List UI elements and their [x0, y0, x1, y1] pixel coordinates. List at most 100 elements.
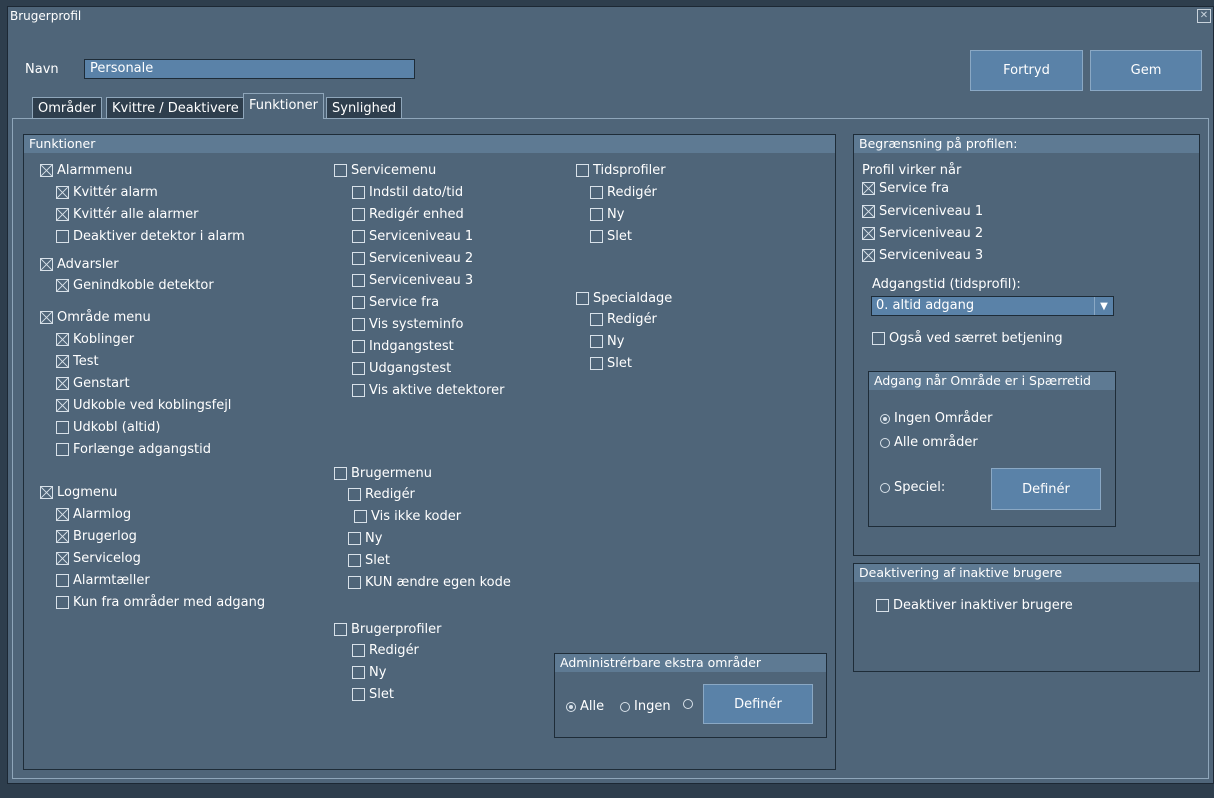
- function-checkbox[interactable]: Forlænge adgangstid: [56, 442, 211, 457]
- checkbox-label: Ny: [369, 665, 387, 680]
- checkbox-icon: [56, 279, 69, 292]
- function-checkbox[interactable]: Service fra: [352, 295, 439, 310]
- save-button[interactable]: Gem: [1090, 50, 1202, 91]
- name-field[interactable]: Personale: [84, 59, 415, 79]
- function-checkbox[interactable]: Udgangstest: [352, 361, 451, 376]
- function-checkbox[interactable]: Kvittér alarm: [56, 185, 158, 200]
- function-checkbox[interactable]: Deaktiver detektor i alarm: [56, 229, 245, 244]
- function-checkbox[interactable]: Ny: [590, 207, 624, 222]
- function-checkbox[interactable]: Redigér: [348, 487, 415, 502]
- function-checkbox[interactable]: Serviceniveau 2: [352, 251, 473, 266]
- access-time-select[interactable]: 0. altid adgang ▼: [871, 296, 1114, 316]
- checkbox-label: Redigér: [365, 487, 415, 502]
- function-checkbox[interactable]: Udkobl (altid): [56, 420, 160, 435]
- function-checkbox[interactable]: Ny: [348, 531, 382, 546]
- function-checkbox[interactable]: Serviceniveau 3: [352, 273, 473, 288]
- function-checkbox[interactable]: Kun fra områder med adgang: [56, 595, 265, 610]
- deactivate-inactive-users-checkbox[interactable]: Deaktiver inaktiver brugere: [876, 598, 1073, 613]
- function-checkbox[interactable]: Logmenu: [40, 485, 117, 500]
- function-checkbox[interactable]: Brugermenu: [334, 466, 432, 481]
- tab-visibility[interactable]: Synlighed: [326, 97, 403, 119]
- function-checkbox[interactable]: Slet: [590, 229, 632, 244]
- undo-button[interactable]: Fortryd: [970, 50, 1083, 91]
- function-checkbox[interactable]: Alarmmenu: [40, 163, 132, 178]
- lock-access-all-radio[interactable]: Alle områder: [880, 435, 978, 450]
- checkbox-label: Serviceniveau 1: [879, 204, 984, 219]
- function-checkbox[interactable]: Servicemenu: [334, 163, 436, 178]
- close-icon[interactable]: ✕: [1197, 9, 1211, 23]
- functions-group: Funktioner Alarmmenu Kvittér alarm Kvittér…: [23, 134, 836, 770]
- restriction-checkbox[interactable]: Serviceniveau 1: [862, 204, 983, 219]
- lock-access-special-radio[interactable]: Speciel:: [880, 480, 945, 495]
- function-checkbox[interactable]: Vis systeminfo: [352, 317, 464, 332]
- checkbox-icon: [352, 666, 365, 679]
- function-checkbox[interactable]: Genindkoble detektor: [56, 278, 214, 293]
- deactivation-title: Deaktivering af inaktive brugere: [854, 564, 1199, 582]
- function-checkbox[interactable]: Ny: [352, 665, 386, 680]
- special-operation-checkbox[interactable]: Også ved særret betjening: [872, 331, 1063, 346]
- function-checkbox[interactable]: Slet: [348, 553, 390, 568]
- checkbox-label: Redigér: [607, 185, 657, 200]
- lock-access-none-radio[interactable]: Ingen Områder: [880, 411, 993, 426]
- function-checkbox[interactable]: Advarsler: [40, 257, 119, 272]
- function-checkbox[interactable]: KUN ændre egen kode: [348, 575, 511, 590]
- lock-access-define-button[interactable]: Definér: [991, 468, 1101, 510]
- function-checkbox[interactable]: Koblinger: [56, 332, 134, 347]
- admin-extra-all-radio[interactable]: Alle: [566, 699, 604, 714]
- function-checkbox[interactable]: Genstart: [56, 376, 130, 391]
- restriction-checkbox[interactable]: Serviceniveau 2: [862, 226, 983, 241]
- checkbox-icon: [576, 292, 589, 305]
- function-checkbox[interactable]: Ny: [590, 334, 624, 349]
- checkbox-label: Udkoble ved koblingsfejl: [73, 398, 232, 413]
- restriction-checkbox[interactable]: Service fra: [862, 181, 949, 196]
- chevron-down-icon[interactable]: ▼: [1094, 297, 1113, 315]
- checkbox-label: Indstil dato/tid: [369, 185, 464, 200]
- tab-areas[interactable]: Områder: [32, 97, 102, 119]
- function-checkbox[interactable]: Redigér: [590, 312, 657, 327]
- admin-extra-none-radio[interactable]: Ingen: [620, 699, 671, 714]
- checkbox-icon: [56, 377, 69, 390]
- restriction-checkbox[interactable]: Serviceniveau 3: [862, 248, 983, 263]
- admin-extra-define-button[interactable]: Definér: [703, 684, 813, 724]
- profile-active-when-label: Profil virker når: [862, 163, 962, 178]
- radio-icon: [880, 482, 890, 493]
- checkbox-icon: [334, 623, 347, 636]
- function-checkbox[interactable]: Tidsprofiler: [576, 163, 666, 178]
- function-checkbox[interactable]: Brugerlog: [56, 529, 137, 544]
- function-checkbox[interactable]: Redigér: [352, 643, 419, 658]
- radio-label: Alle områder: [894, 435, 978, 450]
- function-checkbox[interactable]: Område menu: [40, 310, 151, 325]
- checkbox-label: Kun fra områder med adgang: [73, 595, 266, 610]
- function-checkbox[interactable]: Alarmlog: [56, 507, 131, 522]
- function-checkbox[interactable]: Udkoble ved koblingsfejl: [56, 398, 231, 413]
- function-checkbox[interactable]: Serviceniveau 1: [352, 229, 473, 244]
- user-profile-window: Brugerprofil ✕ Navn Personale Fortryd Ge…: [7, 6, 1214, 784]
- function-checkbox[interactable]: Redigér: [590, 185, 657, 200]
- function-checkbox[interactable]: Indgangstest: [352, 339, 454, 354]
- function-checkbox[interactable]: Brugerprofiler: [334, 622, 442, 637]
- checkbox-label: Genstart: [73, 376, 130, 391]
- checkbox-icon: [590, 208, 603, 221]
- function-checkbox[interactable]: Vis ikke koder: [354, 509, 461, 524]
- checkbox-label: Forlænge adgangstid: [73, 442, 211, 457]
- checkbox-icon: [352, 296, 365, 309]
- function-checkbox[interactable]: Servicelog: [56, 551, 141, 566]
- function-checkbox[interactable]: Kvittér alle alarmer: [56, 207, 199, 222]
- function-checkbox[interactable]: Slet: [590, 356, 632, 371]
- function-checkbox[interactable]: Redigér enhed: [352, 207, 464, 222]
- tab-acknowledge-deactivate[interactable]: Kvittre / Deaktivere: [106, 97, 245, 119]
- function-checkbox[interactable]: Vis aktive detektorer: [352, 383, 504, 398]
- function-checkbox[interactable]: Test: [56, 354, 99, 369]
- admin-extra-custom-radio[interactable]: [683, 699, 697, 709]
- checkbox-label: Servicelog: [73, 551, 141, 566]
- checkbox-icon: [352, 230, 365, 243]
- tab-functions[interactable]: Funktioner: [243, 93, 325, 119]
- function-checkbox[interactable]: Specialdage: [576, 291, 672, 306]
- radio-label: Speciel:: [894, 480, 946, 495]
- checkbox-label: Indgangstest: [369, 339, 454, 354]
- admin-extra-areas-group: Administrérbare ekstra områder Alle Inge…: [554, 653, 827, 738]
- function-checkbox[interactable]: Alarmtæller: [56, 573, 150, 588]
- function-checkbox[interactable]: Indstil dato/tid: [352, 185, 463, 200]
- function-checkbox[interactable]: Slet: [352, 687, 394, 702]
- checkbox-label: Genindkoble detektor: [73, 278, 214, 293]
